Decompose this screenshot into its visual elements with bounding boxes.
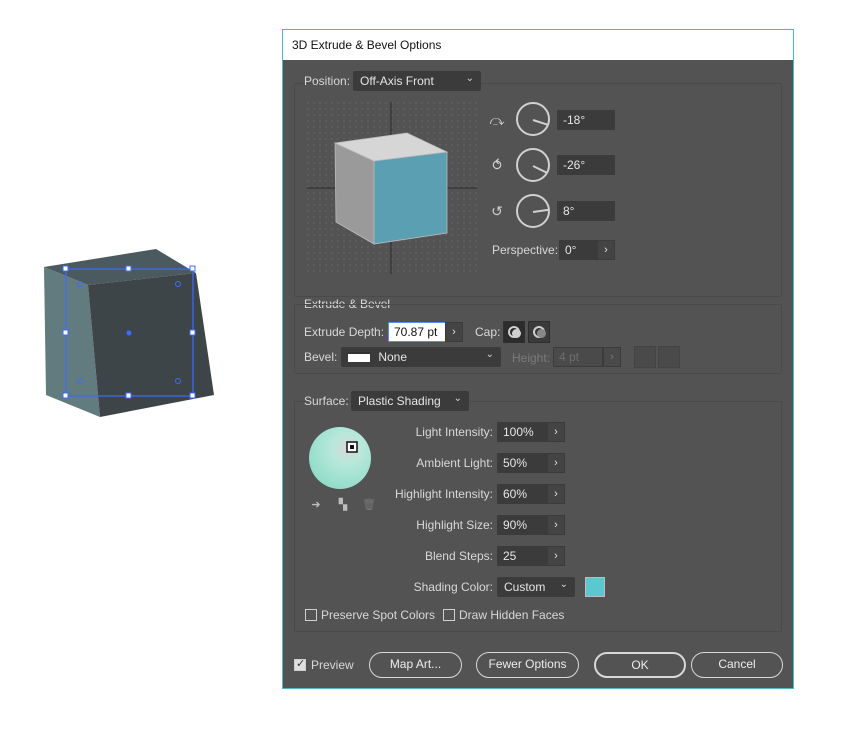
surface-select-value: Plastic Shading xyxy=(358,394,441,408)
bevel-none-swatch xyxy=(348,352,370,362)
extrude-depth-field[interactable]: 70.87 pt xyxy=(388,322,446,342)
new-light-icon[interactable]: ▚ xyxy=(335,498,351,512)
y-rotation-dial[interactable] xyxy=(516,148,550,182)
chevron-down-icon: ⌄ xyxy=(453,393,462,404)
chevron-down-icon: ⌄ xyxy=(465,73,474,84)
y-rotation-field[interactable]: -26° xyxy=(557,155,615,175)
chevron-down-icon: ⌄ xyxy=(559,579,568,590)
bevel-select-value: None xyxy=(378,350,408,364)
highlight-size-flyout-button[interactable]: › xyxy=(547,515,565,535)
height-label: Height: xyxy=(512,351,551,365)
bevel-extent-out-button xyxy=(634,346,656,368)
move-light-back-icon[interactable]: ➜ xyxy=(308,498,324,512)
perspective-flyout-button[interactable]: › xyxy=(597,240,615,260)
bevel-select[interactable]: None ⌄ xyxy=(341,347,501,367)
blend-steps-field[interactable]: 25 xyxy=(497,546,549,566)
highlight-size-label: Highlight Size: xyxy=(416,518,493,532)
position-label: Position: xyxy=(304,74,351,88)
ambient-light-label: Ambient Light: xyxy=(416,456,493,470)
blend-steps-label: Blend Steps: xyxy=(424,549,493,563)
shading-color-select[interactable]: Custom ⌄ xyxy=(497,577,575,597)
highlight-intensity-field[interactable]: 60% xyxy=(497,484,549,504)
bevel-label: Bevel: xyxy=(304,350,338,364)
highlight-size-field[interactable]: 90% xyxy=(497,515,549,535)
bevel-extent-in-button xyxy=(658,346,680,368)
blend-steps-flyout-button[interactable]: › xyxy=(547,546,565,566)
shading-color-swatch[interactable] xyxy=(585,577,605,597)
highlight-intensity-flyout-button[interactable]: › xyxy=(547,484,565,504)
draw-hidden-faces-checkbox[interactable] xyxy=(443,609,455,621)
cap-label: Cap: xyxy=(475,325,501,339)
ok-button[interactable]: OK xyxy=(594,652,686,678)
z-axis-rotate-icon: ↺ xyxy=(491,203,503,219)
highlight-intensity-label: Highlight Intensity: xyxy=(394,487,493,501)
dialog-title: 3D Extrude & Bevel Options xyxy=(283,30,793,60)
y-axis-rotate-icon: ⥀ xyxy=(492,157,502,173)
ambient-light-flyout-button[interactable]: › xyxy=(547,453,565,473)
selected-3d-cube-artwork[interactable] xyxy=(40,245,220,425)
perspective-label: Perspective: xyxy=(492,243,559,257)
extrude-depth-flyout-button[interactable]: › xyxy=(445,322,463,342)
surface-label: Surface: xyxy=(304,394,349,408)
ambient-light-field[interactable]: 50% xyxy=(497,453,549,473)
surface-select[interactable]: Plastic Shading ⌄ xyxy=(351,391,469,411)
x-axis-rotate-icon: ⤼ xyxy=(489,112,505,128)
x-rotation-field[interactable]: -18° xyxy=(557,110,615,130)
delete-light-icon: 🗑 xyxy=(362,499,376,511)
map-art-button[interactable]: Map Art... xyxy=(369,652,462,678)
position-select[interactable]: Off-Axis Front ⌄ xyxy=(353,71,481,91)
rotation-track-cube[interactable] xyxy=(307,102,477,274)
extrude-bevel-dialog: 3D Extrude & Bevel Options Position: Off… xyxy=(282,29,794,689)
perspective-field[interactable]: 0° xyxy=(559,240,599,260)
shading-color-select-value: Custom xyxy=(504,580,546,594)
light-intensity-label: Light Intensity: xyxy=(415,425,493,439)
cancel-button[interactable]: Cancel xyxy=(691,652,783,678)
height-field: 4 pt xyxy=(553,347,603,367)
extrude-depth-label: Extrude Depth: xyxy=(304,325,385,339)
shading-color-label: Shading Color: xyxy=(413,580,493,594)
preserve-spot-colors-label: Preserve Spot Colors xyxy=(321,608,436,622)
fewer-options-button[interactable]: Fewer Options xyxy=(476,652,579,678)
cap-on-button[interactable] xyxy=(503,321,525,343)
height-flyout-button: › xyxy=(603,347,621,367)
z-rotation-field[interactable]: 8° xyxy=(557,201,615,221)
position-select-value: Off-Axis Front xyxy=(360,74,434,88)
x-rotation-dial[interactable] xyxy=(516,102,550,136)
light-sphere[interactable] xyxy=(308,426,372,490)
preserve-spot-colors-checkbox[interactable] xyxy=(305,609,317,621)
draw-hidden-faces-label: Draw Hidden Faces xyxy=(459,608,565,622)
light-intensity-flyout-button[interactable]: › xyxy=(547,422,565,442)
preview-checkbox[interactable] xyxy=(294,657,306,671)
light-intensity-field[interactable]: 100% xyxy=(497,422,549,442)
cap-off-button[interactable] xyxy=(528,321,550,343)
z-rotation-dial[interactable] xyxy=(516,194,550,228)
preview-label: Preview xyxy=(311,658,354,672)
chevron-down-icon: ⌄ xyxy=(485,349,494,360)
